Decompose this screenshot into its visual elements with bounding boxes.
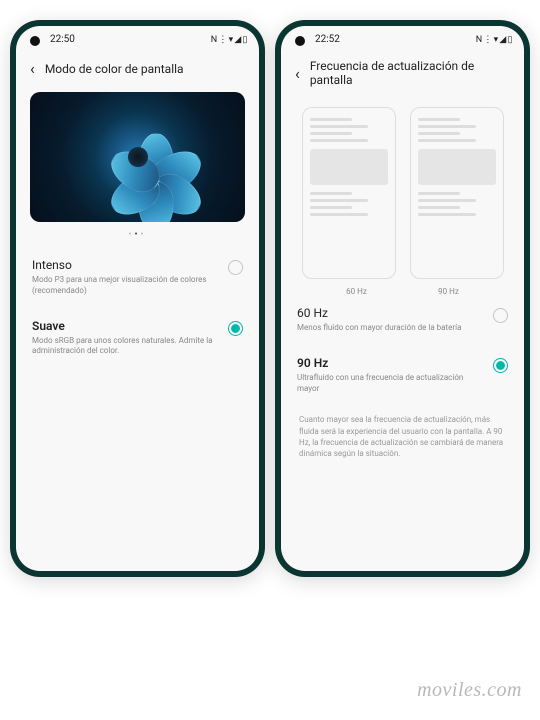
watermark: moviles.com — [417, 679, 522, 702]
status-bar: 22:52 N ⋮ ▾ ◢ ▯ — [281, 26, 524, 49]
option-desc: Menos fluido con mayor duración de la ba… — [297, 323, 485, 334]
radio-icon[interactable] — [228, 260, 243, 275]
option-desc: Modo sRGB para unos colores naturales. A… — [32, 336, 220, 358]
camera-hole-icon — [295, 36, 305, 46]
radio-checked-icon[interactable] — [228, 321, 243, 336]
clock: 22:50 — [50, 34, 75, 45]
option-title: 90 Hz — [297, 356, 485, 370]
color-preview-image[interactable] — [30, 92, 245, 222]
label-90hz: 90 Hz — [410, 287, 488, 296]
page-title: Frecuencia de actualización de pantalla — [310, 59, 510, 87]
option-suave[interactable]: Suave Modo sRGB para unos colores natura… — [16, 309, 259, 370]
option-title: 60 Hz — [297, 306, 485, 320]
label-60hz: 60 Hz — [318, 287, 396, 296]
radio-checked-icon[interactable] — [493, 358, 508, 373]
option-60hz[interactable]: 60 Hz Menos fluido con mayor duración de… — [281, 296, 524, 346]
pagination-dots[interactable]: ••• — [16, 230, 259, 240]
clock: 22:52 — [315, 34, 340, 45]
option-title: Suave — [32, 319, 220, 333]
phone-left: 22:50 N ⋮ ▾ ◢ ▯ ‹ Modo de color de panta… — [10, 20, 265, 577]
status-bar: 22:50 N ⋮ ▾ ◢ ▯ — [16, 26, 259, 49]
radio-icon[interactable] — [493, 308, 508, 323]
footer-note: Cuanto mayor sea la frecuencia de actual… — [281, 406, 524, 467]
option-title: Intenso — [32, 258, 220, 272]
option-intenso[interactable]: Intenso Modo P3 para una mejor visualiza… — [16, 248, 259, 309]
camera-hole-icon — [30, 36, 40, 46]
option-desc: Modo P3 para una mejor visualización de … — [32, 275, 220, 297]
preview-60hz[interactable] — [302, 107, 396, 279]
phone-right: 22:52 N ⋮ ▾ ◢ ▯ ‹ Frecuencia de actualiz… — [275, 20, 530, 577]
status-icons: N ⋮ ▾ ◢ ▯ — [476, 35, 512, 45]
preview-labels: 60 Hz 90 Hz — [281, 283, 524, 296]
status-icons: N ⋮ ▾ ◢ ▯ — [211, 35, 247, 45]
header: ‹ Frecuencia de actualización de pantall… — [281, 49, 524, 101]
header: ‹ Modo de color de pantalla — [16, 49, 259, 92]
back-icon[interactable]: ‹ — [30, 59, 35, 78]
refresh-rate-preview — [281, 101, 524, 283]
page-title: Modo de color de pantalla — [45, 62, 184, 76]
preview-90hz[interactable] — [410, 107, 504, 279]
option-90hz[interactable]: 90 Hz Ultrafluido con una frecuencia de … — [281, 346, 524, 407]
option-desc: Ultrafluido con una frecuencia de actual… — [297, 373, 485, 395]
back-icon[interactable]: ‹ — [295, 64, 300, 83]
